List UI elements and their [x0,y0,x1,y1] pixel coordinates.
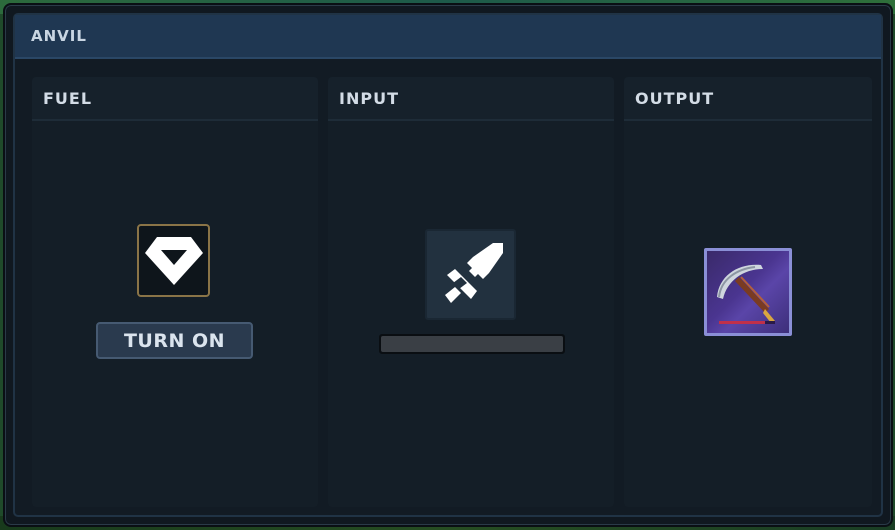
anvil-frame: ANVIL FUEL TURN ON INPUT OUTPUT [13,13,883,517]
input-panel-header: INPUT [328,77,614,121]
crafting-progress-bar [379,334,565,354]
fuel-panel-title: FUEL [43,88,93,108]
output-panel-header: OUTPUT [624,77,872,121]
crafting-progress-fill [381,336,563,352]
window-title: ANVIL [31,27,87,45]
input-panel: INPUT [328,77,614,507]
anvil-window: ANVIL FUEL TURN ON INPUT OUTPUT [3,3,893,527]
fuel-panel-header: FUEL [32,77,318,121]
fuel-slot[interactable] [137,224,210,297]
pickaxe-icon [717,264,775,324]
diamond-gem-icon [144,236,203,285]
output-panel: OUTPUT [624,77,872,507]
turn-on-button[interactable]: TURN ON [96,322,253,359]
input-slot[interactable] [425,229,516,320]
input-panel-title: INPUT [339,88,399,108]
output-panel-title: OUTPUT [635,88,715,108]
output-slot[interactable] [704,248,792,336]
sword-icon [444,242,503,303]
fuel-panel: FUEL TURN ON [32,77,318,507]
title-bar: ANVIL [15,15,881,59]
